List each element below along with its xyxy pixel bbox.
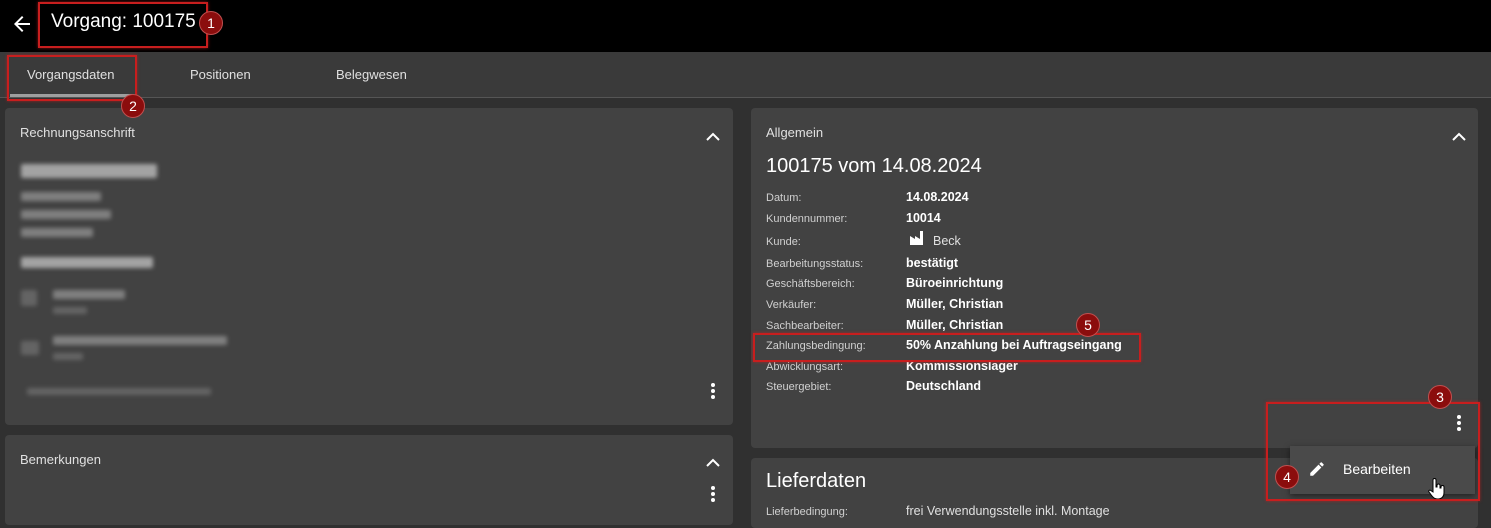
more-vert-icon[interactable] bbox=[710, 382, 716, 400]
field-label: Abwicklungsart: bbox=[766, 361, 844, 373]
annotation-box-title bbox=[38, 2, 208, 48]
redacted-name bbox=[21, 164, 157, 178]
factory-icon bbox=[910, 231, 923, 245]
back-arrow-icon[interactable] bbox=[10, 12, 34, 36]
remarks-card: Bemerkungen bbox=[5, 435, 733, 525]
field-label: Verkäufer: bbox=[766, 299, 817, 311]
general-title: Allgemein bbox=[766, 125, 824, 140]
field-label: Sachbearbeiter: bbox=[766, 320, 844, 332]
redacted-footer bbox=[27, 388, 211, 395]
field-value-lieferbedingung: frei Verwendungsstelle inkl. Montage bbox=[906, 504, 1110, 518]
redacted-country bbox=[21, 228, 93, 237]
field-label: Kundennummer: bbox=[766, 213, 848, 225]
order-heading: 100175 vom 14.08.2024 bbox=[766, 155, 982, 177]
redacted-street bbox=[21, 192, 101, 201]
annotation-badge: 3 bbox=[1428, 385, 1452, 409]
redacted-phone-type bbox=[53, 307, 87, 314]
redacted-contact bbox=[21, 257, 153, 268]
redacted-email bbox=[53, 336, 227, 345]
redacted-phone bbox=[53, 290, 125, 299]
annotation-badge: 1 bbox=[199, 11, 223, 35]
field-value-datum: 14.08.2024 bbox=[906, 190, 969, 204]
redacted-city bbox=[21, 210, 111, 219]
tab-bar: Vorgangsdaten Positionen Belegwesen bbox=[0, 52, 1491, 98]
field-label: Steuergebiet: bbox=[766, 381, 832, 393]
email-icon bbox=[21, 341, 39, 355]
field-value-kundennummer: 10014 bbox=[906, 211, 941, 225]
field-value-kunde[interactable]: Beck bbox=[933, 234, 961, 248]
annotation-badge: 4 bbox=[1275, 465, 1299, 489]
general-card: Allgemein 100175 vom 14.08.2024 Datum: 1… bbox=[751, 108, 1478, 448]
delivery-title: Lieferdaten bbox=[766, 470, 867, 492]
field-value-verkaeufer: Müller, Christian bbox=[906, 297, 1004, 311]
tab-belegwesen[interactable]: Belegwesen bbox=[336, 67, 407, 82]
field-label: Kunde: bbox=[766, 236, 801, 248]
chevron-up-icon[interactable] bbox=[706, 458, 720, 468]
more-vert-icon[interactable] bbox=[710, 485, 716, 503]
annotation-badge: 2 bbox=[121, 94, 145, 118]
annotation-badge: 5 bbox=[1076, 313, 1100, 337]
field-value-status: bestätigt bbox=[906, 256, 959, 270]
redacted-email-type bbox=[53, 353, 83, 360]
annotation-box-menu bbox=[1266, 402, 1480, 501]
billing-address-card: Rechnungsanschrift bbox=[5, 108, 733, 425]
field-value-geschaeftsbereich: Büroeinrichtung bbox=[906, 276, 1004, 290]
remarks-title: Bemerkungen bbox=[20, 452, 101, 467]
annotation-box-tab bbox=[7, 55, 137, 101]
field-value-steuergebiet: Deutschland bbox=[906, 379, 982, 393]
field-value-sachbearbeiter: Müller, Christian bbox=[906, 318, 1004, 332]
field-label: Bearbeitungsstatus: bbox=[766, 258, 864, 270]
phone-icon bbox=[21, 290, 37, 306]
annotation-box-payment bbox=[753, 333, 1141, 362]
app-bar: Vorgang: 100175 bbox=[0, 0, 1491, 52]
field-label: Lieferbedingung: bbox=[766, 506, 848, 518]
field-label: Geschäftsbereich: bbox=[766, 278, 855, 290]
chevron-up-icon[interactable] bbox=[706, 132, 720, 142]
field-label: Datum: bbox=[766, 192, 802, 204]
billing-address-title: Rechnungsanschrift bbox=[20, 125, 135, 140]
tab-positionen[interactable]: Positionen bbox=[190, 67, 251, 82]
chevron-up-icon[interactable] bbox=[1452, 132, 1466, 142]
